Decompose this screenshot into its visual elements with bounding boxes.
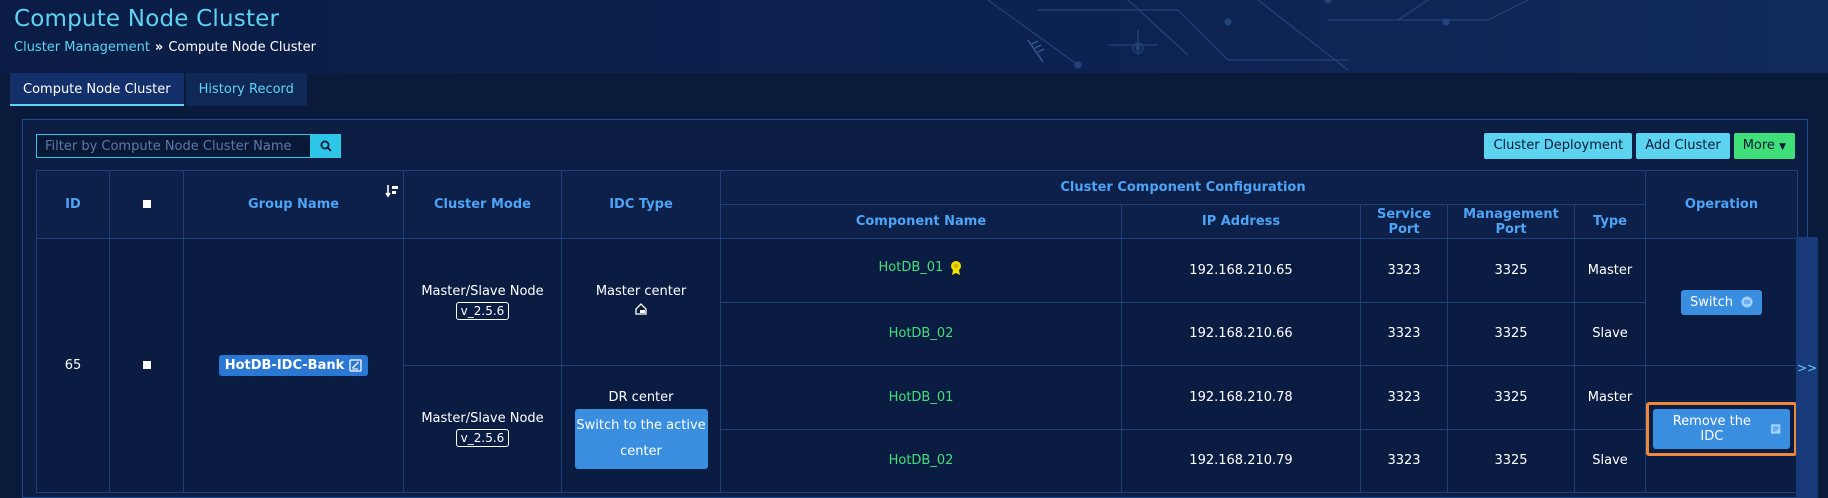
cell-cluster-mode-dr: Master/Slave Node v_2.5.6 — [403, 365, 562, 493]
cell-management-port: 3325 — [1447, 238, 1575, 303]
more-label: More — [1742, 138, 1775, 153]
search-button[interactable] — [311, 134, 341, 158]
cell-type: Slave — [1574, 301, 1646, 366]
cell-group-name: HotDB-IDC-Bank — [183, 238, 404, 493]
breadcrumb-link-cluster-management[interactable]: Cluster Management — [14, 40, 150, 55]
cell-id: 65 — [36, 238, 110, 493]
cell-ip-address: 192.168.210.65 — [1121, 238, 1361, 303]
tab-bar: Compute Node Cluster History Record — [10, 73, 309, 106]
breadcrumb: Cluster Management » Compute Node Cluster — [14, 40, 316, 55]
column-header-component-config: Cluster Component Configuration — [720, 170, 1646, 205]
cell-type: Master — [1574, 238, 1646, 303]
cell-service-port: 3323 — [1360, 301, 1448, 366]
cell-cluster-mode-master: Master/Slave Node v_2.5.6 — [403, 238, 562, 366]
switch-icon — [1741, 296, 1753, 308]
search-input[interactable] — [36, 134, 311, 158]
column-header-select-all — [109, 170, 184, 239]
component-name-link[interactable]: HotDB_02 — [889, 453, 954, 468]
version-badge: v_2.5.6 — [455, 429, 510, 447]
component-name-link[interactable]: HotDB_01 — [879, 260, 944, 275]
column-header-management-port: Management Port — [1447, 204, 1575, 239]
page-title: Compute Node Cluster — [14, 6, 280, 32]
cluster-mode-label: Master/Slave Node — [421, 284, 544, 299]
cell-service-port: 3323 — [1360, 238, 1448, 303]
page-header: Compute Node Cluster Cluster Management »… — [0, 0, 1828, 73]
column-header-ip-address: IP Address — [1121, 204, 1361, 239]
column-header-operation: Operation — [1645, 170, 1798, 239]
select-all-checkbox[interactable] — [142, 200, 151, 208]
caret-down-icon: ▼ — [1779, 142, 1786, 152]
cell-service-port: 3323 — [1360, 365, 1448, 430]
table-row: 65 HotDB-IDC-Bank Master/Slave Node v_2.… — [36, 238, 1798, 493]
component-name-link[interactable]: HotDB_01 — [889, 390, 954, 405]
search-icon — [320, 140, 332, 152]
cell-select — [109, 238, 184, 493]
add-cluster-button[interactable]: Add Cluster — [1636, 133, 1730, 159]
cell-operation-dr: Remove the IDC — [1645, 365, 1798, 493]
group-name-badge[interactable]: HotDB-IDC-Bank — [218, 355, 369, 376]
cell-service-port: 3323 — [1360, 428, 1448, 493]
tab-history-record[interactable]: History Record — [185, 73, 307, 106]
column-header-component-name: Component Name — [720, 204, 1122, 239]
master-center-icon — [562, 302, 720, 320]
remove-icon — [1770, 424, 1781, 434]
table-header-row: ID Group Name Cluster Mode IDC Type Clus… — [36, 170, 1798, 239]
switch-button[interactable]: Switch — [1681, 289, 1762, 315]
cell-type: Slave — [1574, 428, 1646, 493]
switch-to-active-center-button[interactable]: Switch to the active center — [574, 408, 708, 469]
switch-label: Switch — [1690, 294, 1733, 310]
remove-idc-button[interactable]: Remove the IDC — [1653, 409, 1790, 449]
row-checkbox[interactable] — [142, 361, 151, 369]
cell-ip-address: 192.168.210.78 — [1121, 365, 1361, 430]
column-header-cluster-mode: Cluster Mode — [403, 170, 562, 239]
component-name-link[interactable]: HotDB_02 — [889, 326, 954, 341]
toolbar-actions: Cluster Deployment Add Cluster More ▼ — [1484, 133, 1795, 159]
cell-management-port: 3325 — [1447, 428, 1575, 493]
breadcrumb-current: Compute Node Cluster — [168, 40, 316, 55]
cluster-mode-label: Master/Slave Node — [421, 411, 544, 426]
remove-idc-label: Remove the IDC — [1672, 414, 1751, 444]
cluster-table: ID Group Name Cluster Mode IDC Type Clus… — [36, 170, 1798, 493]
group-name-header-label: Group Name — [247, 197, 340, 212]
circuit-decoration-icon — [987, 0, 1529, 71]
cell-component-name: HotDB_02 — [720, 428, 1122, 493]
cell-type: Master — [1574, 365, 1646, 430]
cluster-deployment-button[interactable]: Cluster Deployment — [1484, 133, 1633, 159]
cell-operation-master: Switch — [1645, 238, 1798, 366]
cell-component-name: HotDB_01 — [720, 238, 1122, 303]
edit-icon — [349, 359, 362, 372]
search-bar — [36, 134, 341, 158]
column-header-group-name[interactable]: Group Name — [183, 170, 404, 239]
side-panel-toggle[interactable]: >> — [1796, 237, 1818, 498]
cell-component-name: HotDB_02 — [720, 301, 1122, 366]
tab-compute-node-cluster[interactable]: Compute Node Cluster — [10, 73, 184, 106]
breadcrumb-separator: » — [154, 40, 164, 55]
column-header-service-port: Service Port — [1360, 204, 1448, 239]
group-name-label: HotDB-IDC-Bank — [224, 358, 345, 373]
idc-type-label: DR center — [608, 389, 674, 405]
column-header-idc-type: IDC Type — [561, 170, 721, 239]
cell-management-port: 3325 — [1447, 365, 1575, 430]
more-dropdown-button[interactable]: More ▼ — [1733, 133, 1795, 159]
column-header-id: ID — [36, 170, 110, 239]
version-badge: v_2.5.6 — [455, 302, 510, 320]
sort-icon[interactable] — [385, 184, 399, 202]
idc-type-label: Master center — [595, 284, 687, 299]
cell-management-port: 3325 — [1447, 301, 1575, 366]
cell-ip-address: 192.168.210.79 — [1121, 428, 1361, 493]
cell-idc-type-master: Master center — [561, 238, 721, 366]
cell-ip-address: 192.168.210.66 — [1121, 301, 1361, 366]
column-header-type: Type — [1574, 204, 1646, 239]
cell-idc-type-dr: DR center Switch to the active center — [561, 365, 721, 493]
master-badge-icon — [949, 260, 963, 280]
cell-component-name: HotDB_01 — [720, 365, 1122, 430]
remove-idc-highlight: Remove the IDC — [1646, 402, 1797, 456]
